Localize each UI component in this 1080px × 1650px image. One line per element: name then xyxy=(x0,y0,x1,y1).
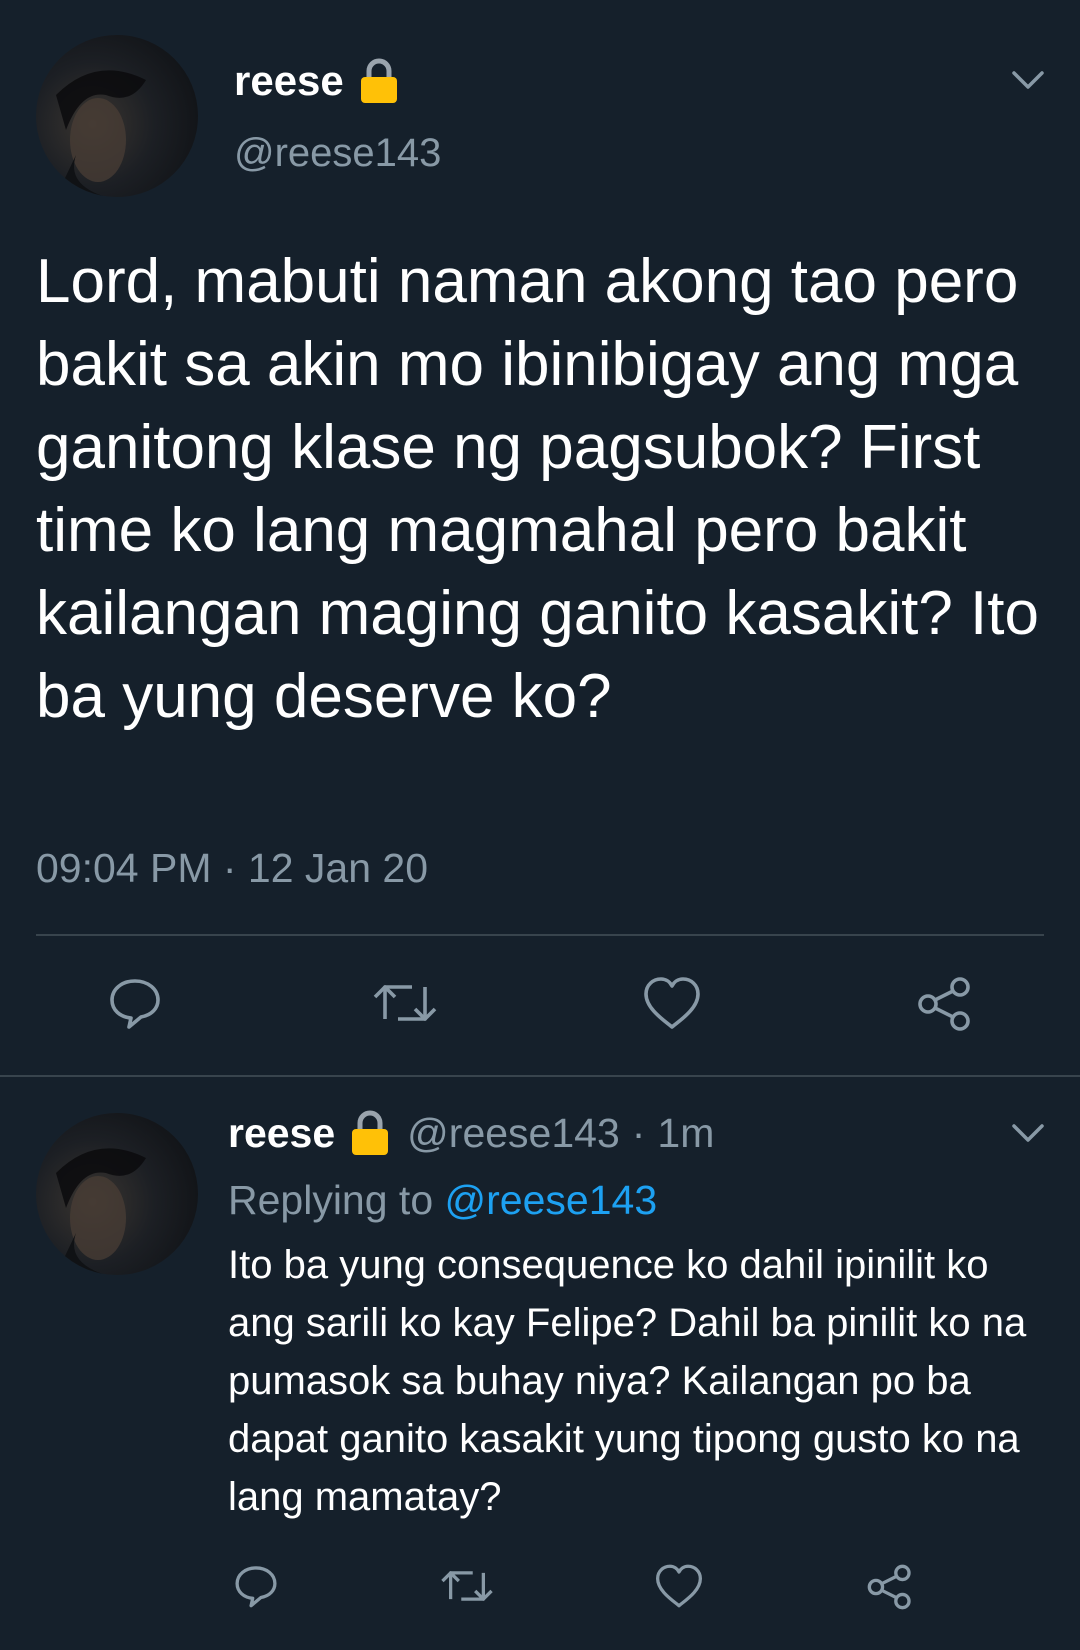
reply-header: reese @reese143 · 1m xyxy=(228,1107,714,1159)
lock-icon xyxy=(360,58,398,104)
reply-icon[interactable] xyxy=(233,1563,279,1614)
divider xyxy=(36,934,1044,936)
separator: · xyxy=(631,1110,646,1156)
display-name[interactable]: reese xyxy=(228,1107,335,1159)
replying-to-label: Replying to xyxy=(228,1177,434,1223)
section-divider xyxy=(0,1075,1080,1077)
share-icon[interactable] xyxy=(916,975,974,1038)
chevron-down-icon[interactable] xyxy=(1010,62,1046,98)
display-name[interactable]: reese xyxy=(234,56,398,106)
lock-icon xyxy=(351,1110,389,1156)
tweet-text: Ito ba yung consequence ko dahil ipinili… xyxy=(228,1243,1027,1519)
display-name-text[interactable]: reese xyxy=(234,56,344,106)
tweet-text: Lord, mabuti naman akong tao pero bakit … xyxy=(36,247,1039,731)
reply-icon[interactable] xyxy=(107,975,163,1036)
like-icon[interactable] xyxy=(643,975,701,1036)
retweet-icon[interactable] xyxy=(372,975,438,1036)
retweet-icon[interactable] xyxy=(440,1563,494,1614)
replying-to: Replying to @reese143 xyxy=(228,1174,657,1226)
chevron-down-icon[interactable] xyxy=(1010,1115,1046,1151)
share-icon[interactable] xyxy=(866,1563,914,1616)
tweet-time[interactable]: 1m xyxy=(657,1107,714,1159)
like-icon[interactable] xyxy=(655,1563,703,1614)
mention-link[interactable]: @reese143 xyxy=(445,1177,658,1223)
avatar[interactable] xyxy=(36,1113,198,1275)
user-handle[interactable]: @reese143 xyxy=(407,1107,620,1159)
tweet-timestamp[interactable]: 09:04 PM · 12 Jan 20 xyxy=(36,843,428,893)
avatar[interactable] xyxy=(36,35,198,197)
user-handle[interactable]: @reese143 xyxy=(234,128,441,178)
